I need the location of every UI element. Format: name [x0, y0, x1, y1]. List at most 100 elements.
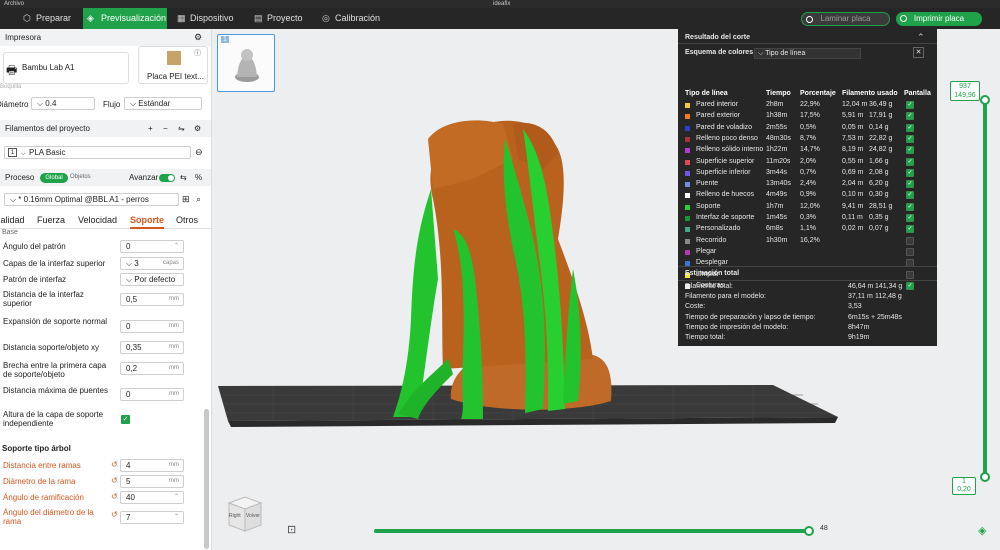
search-icon[interactable]: ⌕ [196, 194, 201, 205]
reset-icon[interactable]: ↺ [111, 476, 118, 485]
summary-v: 3,53 [848, 303, 862, 311]
info-icon[interactable]: ⓘ [194, 48, 201, 58]
tab-soporte[interactable]: Soporte [130, 215, 165, 229]
collapse-icon[interactable]: ⌃ [917, 32, 925, 43]
line-type-row[interactable]: Relleno poco denso 48m30s 8,7% 7,53 m 22,82 … [678, 134, 937, 146]
filament-more-icon[interactable]: ⊖ [195, 147, 203, 158]
tab-calidad[interactable]: Calidad [0, 215, 25, 225]
compare-icon[interactable]: ⇆ [180, 169, 187, 186]
line-type-row[interactable]: Relleno de huecos 4m49s 0,9% 0,10 m 0,30 g ✓ [678, 191, 937, 202]
layer-slider[interactable] [983, 99, 987, 477]
display-checkbox[interactable] [906, 236, 914, 245]
color-scheme-select[interactable]: ⌵ Tipo de línea [754, 48, 861, 59]
display-checkbox[interactable]: ✓ [906, 134, 914, 143]
preset-select[interactable]: ⌵ * 0.16mm Optimal @BBL A1 - perros [4, 193, 179, 206]
view-cube[interactable]: Right Volver [223, 493, 265, 533]
row-time: 1h7m [766, 202, 784, 210]
move-slider[interactable] [374, 529, 810, 533]
tab-proyecto[interactable]: ▤ Proyecto [253, 8, 313, 29]
objects-toggle[interactable]: Objetos [70, 169, 91, 186]
line-type-row[interactable]: Superficie inferior 3m44s 0,7% 0,69 m 2,08 g… [678, 168, 937, 180]
color-swatch-icon [685, 170, 690, 176]
printer-selector[interactable]: 🖶 Bambu Lab A1 [3, 52, 129, 84]
save-preset-icon[interactable]: ⊞ [182, 194, 190, 205]
layer-slider-bottom-handle[interactable] [980, 472, 990, 482]
pattern-angle-input[interactable]: 0 ⌃ [120, 240, 184, 253]
display-checkbox[interactable]: ✓ [906, 123, 914, 132]
display-checkbox[interactable]: ✓ [906, 202, 914, 211]
layers-icon[interactable]: ◈ [978, 524, 986, 537]
filament-sync-icon[interactable]: ⇋ [178, 120, 185, 137]
line-type-row[interactable]: Pared de voladizo 2m55s 0,5% 0,05 m 0,14 g ✓ [678, 123, 937, 135]
display-checkbox[interactable]: ✓ [906, 112, 914, 121]
row-name: Soporte [696, 202, 721, 210]
tab-dispositivo[interactable]: ▦ Dispositivo [176, 8, 246, 29]
filament-number: 1 [8, 148, 17, 157]
plate-selector[interactable]: ⓘ Placa PEI text... [138, 46, 208, 84]
reset-icon[interactable]: ↺ [111, 510, 118, 519]
color-scheme-label: Esquema de colores [685, 49, 754, 56]
nozzle-select[interactable]: ⌵ 0.4 [31, 97, 95, 110]
display-checkbox[interactable]: ✓ [906, 214, 914, 222]
tab-previsualizacion[interactable]: ◈ Previsualización [83, 8, 167, 29]
line-type-row[interactable]: Pared interior 2h8m 22,9% 12,04 m 36,49 g ✓ [678, 101, 937, 112]
tab-otros[interactable]: Otros [176, 215, 198, 225]
tab-calibracion[interactable]: ◎ Calibración [321, 8, 391, 29]
archivo-menu[interactable]: Archivo [4, 0, 24, 8]
line-type-row[interactable]: Soporte 1h7m 12,0% 9,41 m 28,51 g ✓ [678, 202, 937, 214]
line-type-row[interactable]: Interfaz de soporte 1m45s 0,3% 0,11 m 0,35 g… [678, 214, 937, 225]
remove-filament-icon[interactable]: − [163, 120, 168, 137]
sidebar-scrollbar[interactable] [204, 409, 209, 549]
independent-layer-height-checkbox[interactable]: ✓ [121, 415, 130, 424]
line-type-row[interactable]: Relleno sólido interno 1h22m 14,7% 8,19 m 24… [678, 146, 937, 157]
branch-diameter-input[interactable]: 5 mm [120, 475, 184, 488]
line-type-row[interactable]: Pared exterior 1h38m 17,5% 5,91 m 17,91 g ✓ [678, 112, 937, 123]
display-checkbox[interactable]: ✓ [906, 225, 914, 234]
display-checkbox[interactable]: ✓ [906, 146, 914, 155]
line-type-row[interactable]: Puente 13m40s 2,4% 2,04 m 6,20 g ✓ [678, 180, 937, 191]
display-checkbox[interactable]: ✓ [906, 157, 914, 166]
max-bridge-distance-input[interactable]: 0 mm [120, 388, 184, 401]
reset-icon[interactable]: ↺ [111, 460, 118, 469]
display-checkbox[interactable] [906, 270, 914, 279]
global-toggle[interactable]: Global [40, 173, 68, 183]
line-type-row[interactable]: Desplegar [678, 259, 937, 270]
top-interface-distance-input[interactable]: 0,5 mm [120, 293, 184, 306]
branch-angle-input[interactable]: 40 ⌃ [120, 491, 184, 504]
display-checkbox[interactable]: ✓ [906, 101, 914, 109]
close-icon[interactable]: ✕ [913, 47, 924, 58]
display-checkbox[interactable]: ✓ [906, 191, 914, 200]
percent-icon[interactable]: % [195, 169, 202, 186]
branch-distance-input[interactable]: 4 mm [120, 459, 184, 472]
support-object-xy-input[interactable]: 0,35 mm [120, 341, 184, 354]
tab-velocidad[interactable]: Velocidad [78, 215, 117, 225]
reset-icon[interactable]: ↺ [111, 492, 118, 501]
interface-pattern-select[interactable]: ⌵ Por defecto [120, 273, 184, 286]
branch-diameter-angle-input[interactable]: 7 ⌃ [120, 511, 184, 524]
support-expansion-input[interactable]: 0 mm [120, 320, 184, 333]
layer-slider-top-handle[interactable] [980, 95, 990, 105]
first-layer-gap-input[interactable]: 0,2 mm [120, 362, 184, 375]
display-checkbox[interactable]: ✓ [906, 168, 914, 177]
printer-settings-gear-icon[interactable]: ⚙ [194, 29, 202, 46]
advanced-switch[interactable] [159, 174, 175, 182]
row-time: 2h8m [766, 101, 784, 108]
camera-fit-icon[interactable]: ⊡ [287, 523, 296, 536]
filament-settings-gear-icon[interactable]: ⚙ [194, 120, 201, 137]
display-checkbox[interactable]: ✓ [906, 180, 914, 189]
top-interface-layers-select[interactable]: ⌵ 3 capas [120, 257, 184, 270]
top-layer-label: 937 149,96 [950, 81, 980, 101]
move-slider-handle[interactable] [804, 526, 814, 536]
line-type-row[interactable]: Plegar [678, 247, 937, 259]
print-plate-button[interactable]: Imprimir placa [896, 12, 982, 26]
filament-select[interactable]: 1 ⌵ PLA Basic [4, 146, 191, 159]
slice-plate-button[interactable]: Laminar placa [801, 12, 890, 26]
line-type-row[interactable]: Recorrido 1h30m 16,2% [678, 236, 937, 248]
tab-fuerza[interactable]: Fuerza [37, 215, 65, 225]
add-filament-icon[interactable]: + [148, 120, 153, 137]
tab-preparar[interactable]: ⬡ Preparar [22, 8, 82, 29]
line-type-row[interactable]: Personalizado 6m8s 1,1% 0,02 m 0,07 g ✓ [678, 225, 937, 236]
display-checkbox[interactable] [906, 247, 914, 256]
flow-select[interactable]: ⌵ Estándar [124, 97, 202, 110]
line-type-row[interactable]: Superficie superior 11m20s 2,0% 0,55 m 1,66 … [678, 157, 937, 169]
